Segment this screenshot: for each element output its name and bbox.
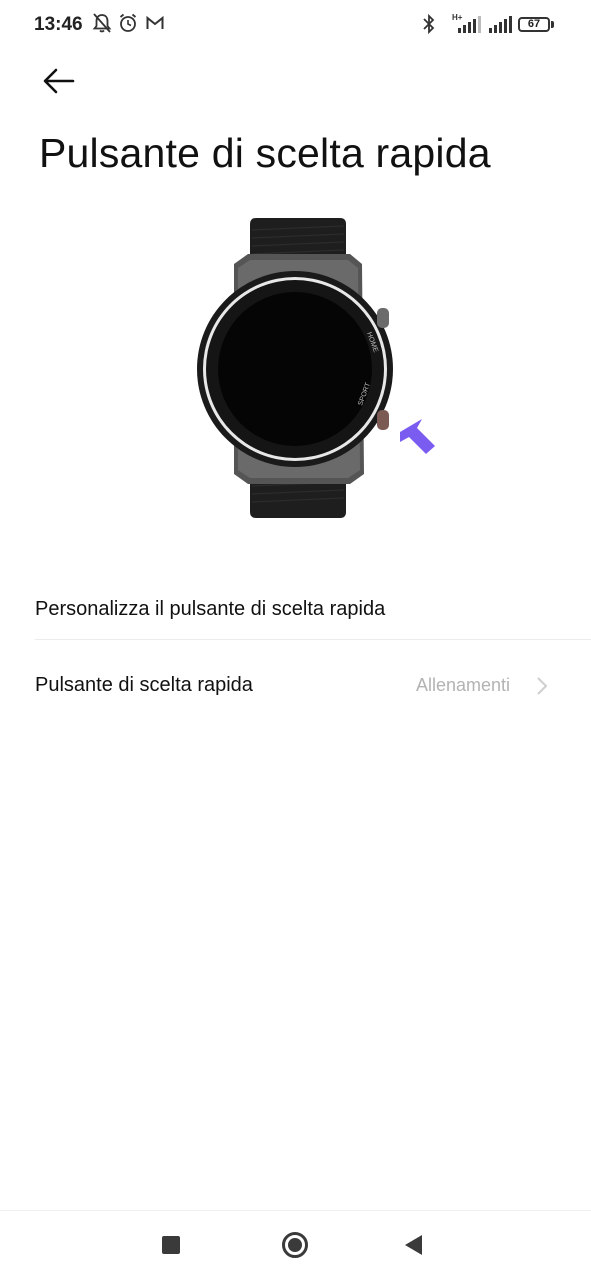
signal-icon [458, 16, 481, 33]
bluetooth-icon [423, 13, 435, 35]
arrow-left-icon [43, 68, 75, 94]
system-nav-bar [0, 1210, 591, 1281]
battery-icon: 67 [518, 17, 550, 32]
section-label: Personalizza il pulsante di scelta rapid… [35, 598, 386, 620]
status-time: 13:46 [34, 14, 83, 35]
gmail-icon [146, 15, 164, 29]
shortcut-row-label: Pulsante di scelta rapida [35, 674, 253, 696]
shortcut-button-row[interactable]: Pulsante di scelta rapida Allenamenti [0, 655, 591, 717]
back-button[interactable] [40, 64, 80, 98]
chevron-right-icon [537, 677, 548, 695]
status-bar: 13:46 H+ 67 [0, 0, 591, 50]
watch-illustration: HOME SPORT [197, 218, 435, 518]
shortcut-row-value: Allenamenti [415, 675, 510, 695]
home-circle-icon[interactable] [282, 1232, 308, 1258]
recents-square-icon[interactable] [162, 1236, 180, 1254]
divider [35, 639, 591, 640]
muted-bell-icon [92, 13, 112, 33]
alarm-icon [119, 13, 137, 32]
page-title: Pulsante di scelta rapida [39, 130, 491, 176]
signal-icon [489, 16, 512, 33]
battery-level: 67 [527, 18, 541, 30]
back-triangle-icon[interactable] [405, 1235, 422, 1255]
battery-tip [551, 21, 554, 28]
pointer-arrow-icon [400, 419, 435, 454]
